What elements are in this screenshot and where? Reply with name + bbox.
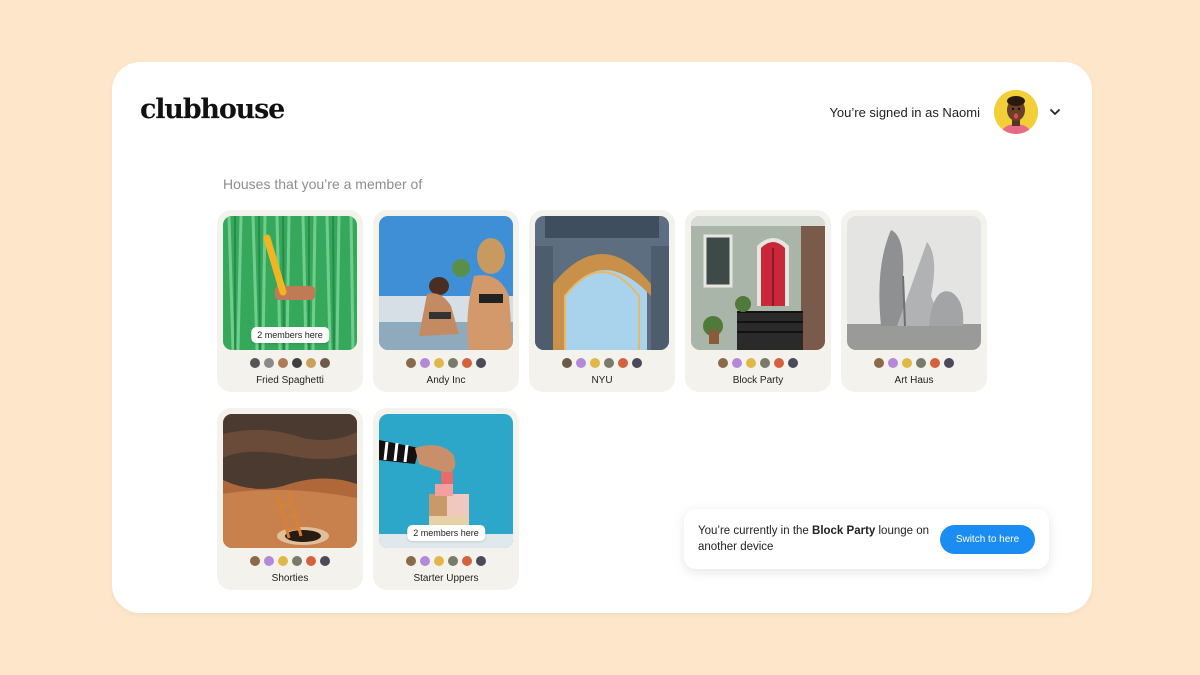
member-avatar	[319, 357, 331, 369]
member-avatar	[887, 357, 899, 369]
chevron-down-icon[interactable]	[1048, 105, 1062, 119]
member-avatar	[787, 357, 799, 369]
house-card-nyu[interactable]: NYU	[529, 210, 675, 392]
switch-to-here-button[interactable]: Switch to here	[940, 524, 1035, 554]
member-avatar	[291, 357, 303, 369]
member-avatars	[379, 555, 513, 567]
member-avatar	[929, 357, 941, 369]
house-card-art-haus[interactable]: Art Haus	[841, 210, 987, 392]
member-avatar	[419, 357, 431, 369]
house-card-shorties[interactable]: Shorties	[217, 408, 363, 590]
member-avatar	[433, 357, 445, 369]
member-avatars	[223, 555, 357, 567]
member-avatar	[475, 357, 487, 369]
member-avatar	[291, 555, 303, 567]
member-avatar	[277, 555, 289, 567]
member-avatar	[731, 357, 743, 369]
signed-in-label: You’re signed in as Naomi	[829, 104, 980, 120]
member-avatar	[773, 357, 785, 369]
account-menu[interactable]: You’re signed in as Naomi	[829, 90, 1062, 134]
notice-house-name: Block Party	[812, 525, 876, 537]
sculpture-photo	[847, 216, 981, 350]
section-title: Houses that you’re a member of	[223, 176, 423, 192]
member-avatar	[263, 555, 275, 567]
member-avatar	[631, 357, 643, 369]
member-avatar	[447, 357, 459, 369]
member-avatar	[249, 555, 261, 567]
member-avatar	[915, 357, 927, 369]
device-notice: You’re currently in the Block Party loun…	[684, 509, 1049, 569]
member-avatar	[759, 357, 771, 369]
member-avatar	[249, 357, 261, 369]
blocks-hand-photo: 2 members here	[379, 414, 513, 548]
member-avatar	[943, 357, 955, 369]
member-avatar	[277, 357, 289, 369]
member-avatar	[873, 357, 885, 369]
townhouse-photo	[691, 216, 825, 350]
clubhouse-logo: clubhouse	[140, 94, 285, 125]
members-here-badge: 2 members here	[251, 327, 329, 343]
member-avatars	[223, 357, 357, 369]
house-name: Art Haus	[894, 375, 934, 386]
member-avatar	[461, 555, 473, 567]
member-avatars	[847, 357, 981, 369]
member-avatar	[717, 357, 729, 369]
member-avatar	[419, 555, 431, 567]
house-card-block-party[interactable]: Block Party	[685, 210, 831, 392]
member-avatar	[589, 357, 601, 369]
member-avatar	[561, 357, 573, 369]
member-avatar	[405, 555, 417, 567]
member-avatar	[319, 555, 331, 567]
notice-text-before: You’re currently in the	[698, 525, 813, 537]
desert-ladder-photo	[223, 414, 357, 548]
house-name: NYU	[591, 375, 613, 386]
member-avatars	[535, 357, 669, 369]
member-avatar	[461, 357, 473, 369]
member-avatar	[433, 555, 445, 567]
member-avatars	[379, 357, 513, 369]
house-name: Starter Uppers	[413, 573, 479, 584]
app-window: clubhouse You’re signed in as Naomi Hous…	[112, 62, 1092, 613]
member-avatar	[405, 357, 417, 369]
member-avatar	[603, 357, 615, 369]
member-avatars	[691, 357, 825, 369]
house-name: Block Party	[732, 375, 784, 386]
member-avatar	[447, 555, 459, 567]
member-avatar	[305, 357, 317, 369]
member-avatar	[901, 357, 913, 369]
house-name: Fried Spaghetti	[256, 375, 324, 386]
members-here-badge: 2 members here	[407, 525, 485, 541]
member-avatar	[617, 357, 629, 369]
poolside-people-photo	[379, 216, 513, 350]
member-avatar	[745, 357, 757, 369]
member-avatar	[263, 357, 275, 369]
arch-photo	[535, 216, 669, 350]
house-name: Shorties	[271, 573, 309, 584]
notice-text: You’re currently in the Block Party loun…	[698, 523, 933, 555]
member-avatar	[305, 555, 317, 567]
house-name: Andy Inc	[426, 375, 466, 386]
green-curtain-photo: 2 members here	[223, 216, 357, 350]
user-avatar[interactable]	[994, 90, 1038, 134]
house-card-fried-spaghetti[interactable]: 2 members here Fried Spaghetti	[217, 210, 363, 392]
house-card-starter-uppers[interactable]: 2 members here Starter Uppers	[373, 408, 519, 590]
member-avatar	[575, 357, 587, 369]
house-card-andy-inc[interactable]: Andy Inc	[373, 210, 519, 392]
member-avatar	[475, 555, 487, 567]
